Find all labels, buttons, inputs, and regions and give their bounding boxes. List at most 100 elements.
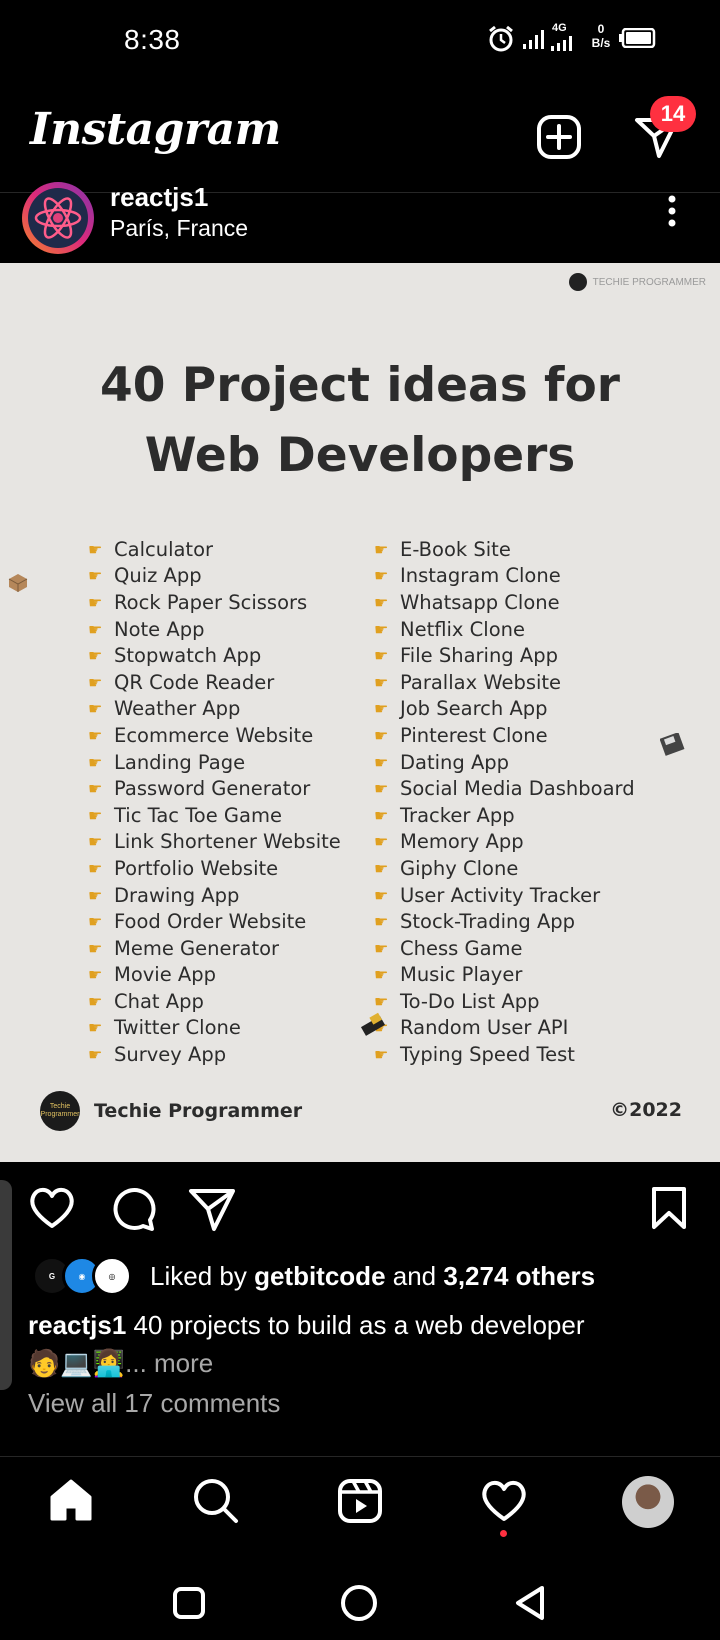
likes-row[interactable]: G ◉ ◎ Liked by getbitcode and 3,274 othe… bbox=[32, 1256, 595, 1296]
project-name: Instagram Clone bbox=[400, 564, 561, 588]
project-name: Giphy Clone bbox=[400, 856, 519, 880]
project-name: Memory App bbox=[400, 830, 524, 854]
pointing-hand-icon: ☛ bbox=[88, 752, 103, 772]
post-location[interactable]: París, France bbox=[110, 215, 248, 242]
project-list-item: ☛ Movie App bbox=[88, 962, 341, 989]
project-list-item: ☛ To-Do List App bbox=[374, 988, 635, 1015]
project-name: Stopwatch App bbox=[114, 644, 262, 668]
pointing-hand-icon: ☛ bbox=[374, 725, 389, 745]
project-list-item: ☛ Meme Generator bbox=[88, 935, 341, 962]
project-name: Dating App bbox=[400, 750, 510, 774]
post-image[interactable]: TECHIE PROGRAMMER 40 Project ideas for W… bbox=[0, 263, 720, 1162]
scroll-edge bbox=[0, 1180, 12, 1390]
pointing-hand-icon: ☛ bbox=[88, 672, 103, 692]
image-watermark: TECHIE PROGRAMMER bbox=[568, 273, 706, 291]
home-icon[interactable] bbox=[48, 1477, 94, 1523]
pointing-hand-icon: ☛ bbox=[88, 592, 103, 612]
project-list-item: ☛ Netflix Clone bbox=[374, 616, 635, 643]
pointing-hand-icon: ☛ bbox=[88, 805, 103, 825]
profile-avatar[interactable] bbox=[622, 1476, 674, 1528]
project-list-item: ☛ User Activity Tracker bbox=[374, 882, 635, 909]
pointing-hand-icon: ☛ bbox=[88, 885, 103, 905]
instagram-logo[interactable]: Instagram bbox=[30, 104, 281, 155]
pointing-hand-icon: ☛ bbox=[88, 858, 103, 878]
project-name: Tracker App bbox=[400, 803, 515, 827]
project-list-item: ☛ Whatsapp Clone bbox=[374, 589, 635, 616]
project-list-item: ☛ QR Code Reader bbox=[88, 669, 341, 696]
home-system-button[interactable] bbox=[340, 1584, 378, 1622]
likes-text[interactable]: Liked by getbitcode and 3,274 others bbox=[150, 1261, 595, 1292]
project-list-item: ☛ Social Media Dashboard bbox=[374, 775, 635, 802]
post-avatar[interactable] bbox=[28, 188, 88, 248]
pointing-hand-icon: ☛ bbox=[374, 592, 389, 612]
pointing-hand-icon: ☛ bbox=[374, 805, 389, 825]
project-list-item: ☛ Dating App bbox=[374, 749, 635, 776]
back-button[interactable] bbox=[512, 1584, 548, 1622]
activity-heart-icon[interactable] bbox=[480, 1479, 528, 1523]
network-speed: 0 B/s bbox=[591, 22, 611, 50]
project-name: Password Generator bbox=[114, 777, 311, 801]
image-title-line1: 40 Project ideas for bbox=[100, 358, 620, 413]
liker-avatar-3: ◎ bbox=[92, 1256, 132, 1296]
project-name: QR Code Reader bbox=[114, 670, 275, 694]
project-name: Chess Game bbox=[400, 936, 523, 960]
post-caption: reactjs1 40 projects to build as a web d… bbox=[28, 1306, 688, 1382]
cube-sticker-icon bbox=[8, 574, 28, 592]
comment-button[interactable] bbox=[110, 1186, 156, 1232]
pointing-hand-icon: ☛ bbox=[88, 965, 103, 985]
pointing-hand-icon: ☛ bbox=[374, 832, 389, 852]
project-list-item: ☛ Password Generator bbox=[88, 775, 341, 802]
recents-button[interactable] bbox=[172, 1586, 206, 1620]
project-list-item: ☛ Calculator bbox=[88, 536, 341, 563]
project-name: To-Do List App bbox=[400, 989, 540, 1013]
header-divider bbox=[0, 192, 720, 193]
pointing-hand-icon: ☛ bbox=[374, 858, 389, 878]
project-name: Music Player bbox=[400, 963, 523, 987]
pointing-hand-icon: ☛ bbox=[88, 539, 103, 559]
pointing-hand-icon: ☛ bbox=[88, 779, 103, 799]
project-name: Whatsapp Clone bbox=[400, 590, 560, 614]
status-bar: 8:38 4G 0 B/s bbox=[0, 0, 720, 80]
pointing-hand-icon: ☛ bbox=[374, 619, 389, 639]
brand-row: Techie Programmer Techie Programmer bbox=[40, 1091, 302, 1131]
post-username[interactable]: reactjs1 bbox=[110, 182, 208, 213]
project-list-item: ☛ Memory App bbox=[374, 829, 635, 856]
project-list-item: ☛ Giphy Clone bbox=[374, 855, 635, 882]
project-name: Landing Page bbox=[114, 750, 246, 774]
pointing-hand-icon: ☛ bbox=[88, 725, 103, 745]
project-name: Quiz App bbox=[114, 564, 202, 588]
caption-more-link[interactable]: ... more bbox=[125, 1348, 213, 1378]
project-name: Social Media Dashboard bbox=[400, 777, 635, 801]
caption-username[interactable]: reactjs1 bbox=[28, 1310, 126, 1340]
pointing-hand-icon: ☛ bbox=[374, 699, 389, 719]
save-button[interactable] bbox=[650, 1186, 688, 1230]
project-name: Ecommerce Website bbox=[114, 723, 314, 747]
project-list-item: ☛ Link Shortener Website bbox=[88, 829, 341, 856]
more-options-icon[interactable] bbox=[664, 194, 680, 228]
new-post-button[interactable] bbox=[536, 114, 582, 160]
pointing-hand-icon: ☛ bbox=[88, 566, 103, 586]
project-name: E-Book Site bbox=[400, 537, 511, 561]
project-name: Parallax Website bbox=[400, 670, 562, 694]
project-list-item: ☛ Note App bbox=[88, 616, 341, 643]
brush-sticker-icon bbox=[360, 1012, 386, 1036]
floppy-sticker-icon bbox=[660, 733, 685, 756]
reels-icon[interactable] bbox=[336, 1477, 384, 1525]
search-icon[interactable] bbox=[192, 1477, 240, 1525]
pointing-hand-icon: ☛ bbox=[374, 566, 389, 586]
project-name: File Sharing App bbox=[400, 644, 558, 668]
share-button[interactable] bbox=[188, 1186, 236, 1232]
view-comments-link[interactable]: View all 17 comments bbox=[28, 1388, 280, 1419]
project-list-item: ☛ Rock Paper Scissors bbox=[88, 589, 341, 616]
pointing-hand-icon: ☛ bbox=[88, 1045, 103, 1065]
system-nav-bar bbox=[0, 1552, 720, 1640]
like-button[interactable] bbox=[28, 1186, 76, 1230]
pointing-hand-icon: ☛ bbox=[374, 1045, 389, 1065]
project-list-item: ☛ Tracker App bbox=[374, 802, 635, 829]
image-title: 40 Project ideas for Web Developers bbox=[0, 351, 720, 491]
project-name: Meme Generator bbox=[114, 936, 280, 960]
project-list-item: ☛ Tic Tac Toe Game bbox=[88, 802, 341, 829]
project-list-item: ☛ Quiz App bbox=[88, 563, 341, 590]
network-type: 4G bbox=[552, 22, 567, 34]
pointing-hand-icon: ☛ bbox=[374, 539, 389, 559]
